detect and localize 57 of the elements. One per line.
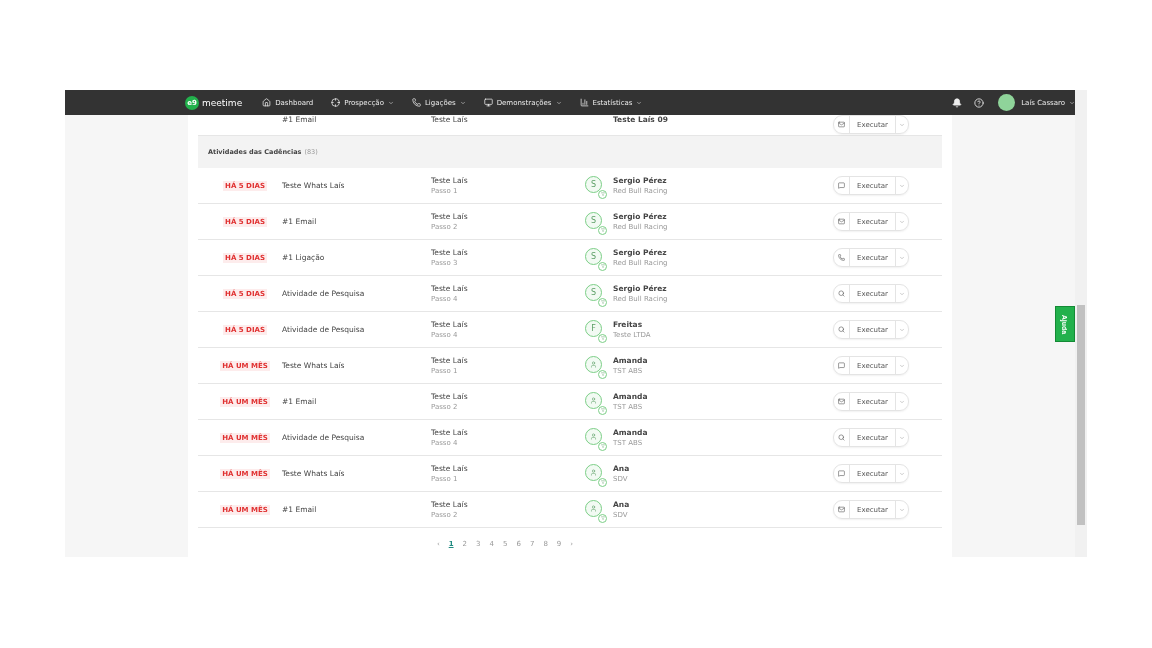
- caret-icon: [555, 99, 562, 106]
- caret-icon: [459, 99, 466, 106]
- search-icon: [838, 290, 845, 297]
- monitor-icon: [483, 98, 493, 107]
- caret-icon: [899, 290, 905, 297]
- funnel-icon: [600, 192, 605, 196]
- caret-icon: [899, 506, 905, 513]
- person-icon: [590, 396, 597, 404]
- search-icon: [838, 326, 845, 333]
- person-icon: [590, 504, 597, 512]
- caret-icon: [899, 218, 905, 225]
- chat-icon: [838, 470, 845, 477]
- caret-icon: [899, 470, 905, 477]
- chat-icon: [838, 362, 845, 369]
- mail-icon: [838, 218, 845, 225]
- funnel-icon: [600, 408, 605, 412]
- mail-icon: [838, 398, 845, 405]
- caret-icon: [636, 99, 643, 106]
- caret-icon: [899, 434, 905, 441]
- funnel-icon: [600, 444, 605, 448]
- caret-icon: [899, 121, 905, 128]
- person-icon: [590, 432, 597, 440]
- target-icon: [331, 98, 341, 107]
- lead-avatar: S: [585, 247, 605, 268]
- funnel-icon: [600, 516, 605, 520]
- mail-icon: [838, 121, 845, 128]
- funnel-icon: [600, 228, 605, 232]
- caret-icon: [899, 326, 905, 333]
- search-icon: [838, 434, 845, 441]
- caret-icon: [899, 254, 905, 261]
- funnel-icon: [600, 264, 605, 268]
- person-icon: [590, 360, 597, 368]
- chart-icon: [579, 98, 589, 107]
- funnel-icon: [600, 372, 605, 376]
- phone-icon: [838, 254, 845, 261]
- help-icon[interactable]: [974, 97, 985, 108]
- lead-avatar: S: [585, 211, 605, 232]
- lead-avatar: S: [585, 283, 605, 304]
- lead-avatar: S: [585, 175, 605, 196]
- lead-avatar: F: [585, 319, 605, 340]
- funnel-icon: [600, 300, 605, 304]
- caret-icon: [1069, 99, 1075, 106]
- person-icon: [590, 468, 597, 476]
- home-icon: [262, 98, 272, 107]
- chat-icon: [838, 182, 845, 189]
- funnel-icon: [600, 480, 605, 484]
- mail-icon: [838, 506, 845, 513]
- scrollbar[interactable]: [1075, 90, 1087, 557]
- bell-icon[interactable]: [952, 97, 963, 108]
- caret-icon: [899, 398, 905, 405]
- caret-icon: [387, 99, 394, 106]
- brand-name: meetime: [202, 97, 243, 108]
- caret-icon: [899, 362, 905, 369]
- funnel-icon: [600, 336, 605, 340]
- caret-icon: [899, 182, 905, 189]
- phone-icon: [411, 98, 421, 107]
- user-avatar[interactable]: [998, 94, 1016, 111]
